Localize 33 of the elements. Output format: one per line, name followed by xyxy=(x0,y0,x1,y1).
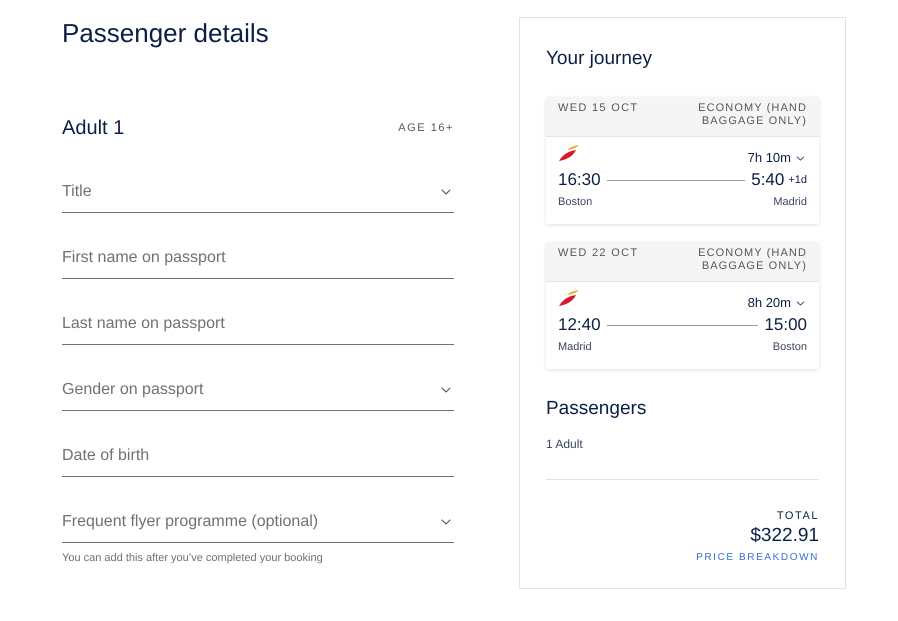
cabin-class: ECONOMY (HAND BAGGAGE ONLY) xyxy=(697,102,807,128)
page-heading: Passenger details xyxy=(62,17,270,49)
select-field[interactable]: Gender on passport xyxy=(62,371,454,411)
duration-toggle[interactable]: 8h 20m xyxy=(748,295,807,311)
select-field[interactable]: Title xyxy=(62,173,454,213)
total-price: $322.91 xyxy=(750,525,819,547)
day-offset: +1d xyxy=(788,173,807,187)
summary-heading: Your journey xyxy=(546,47,653,71)
departure-city: Madrid xyxy=(558,340,592,354)
price-breakdown-link[interactable]: PRICE BREAKDOWN xyxy=(696,551,819,565)
departure-time: 16:30 xyxy=(558,169,601,191)
passenger-label: Adult 1 xyxy=(62,116,124,140)
flight-date: WED 15 OCT xyxy=(558,102,638,116)
arrival-city: Boston xyxy=(772,340,807,354)
departure-city: Boston xyxy=(558,195,592,209)
arrival-time: 5:40 xyxy=(751,169,784,191)
arrival-time: 15:00 xyxy=(764,314,807,336)
flight-date: WED 22 OCT xyxy=(558,247,638,261)
swoosh-logo-icon xyxy=(558,145,580,161)
total-label: TOTAL xyxy=(776,509,819,523)
swoosh-logo-icon xyxy=(558,290,580,306)
departure-time: 12:40 xyxy=(558,314,601,336)
field-hint: You can add this after you’ve completed your booking xyxy=(62,551,324,565)
cabin-class: ECONOMY (HAND BAGGAGE ONLY) xyxy=(697,247,807,273)
passenger-count: 1 Adult xyxy=(546,436,584,452)
duration-toggle[interactable]: 7h 10m xyxy=(748,150,807,166)
age-label: AGE 16+ xyxy=(398,121,454,135)
input-field[interactable]: Date of birth xyxy=(62,437,454,477)
input-field[interactable]: Last name on passport xyxy=(62,305,454,345)
select-field[interactable]: Frequent flyer programme (optional) xyxy=(62,503,454,543)
passengers-heading: Passengers xyxy=(546,397,648,421)
input-field[interactable]: First name on passport xyxy=(62,239,454,279)
arrival-city: Madrid xyxy=(773,195,807,209)
